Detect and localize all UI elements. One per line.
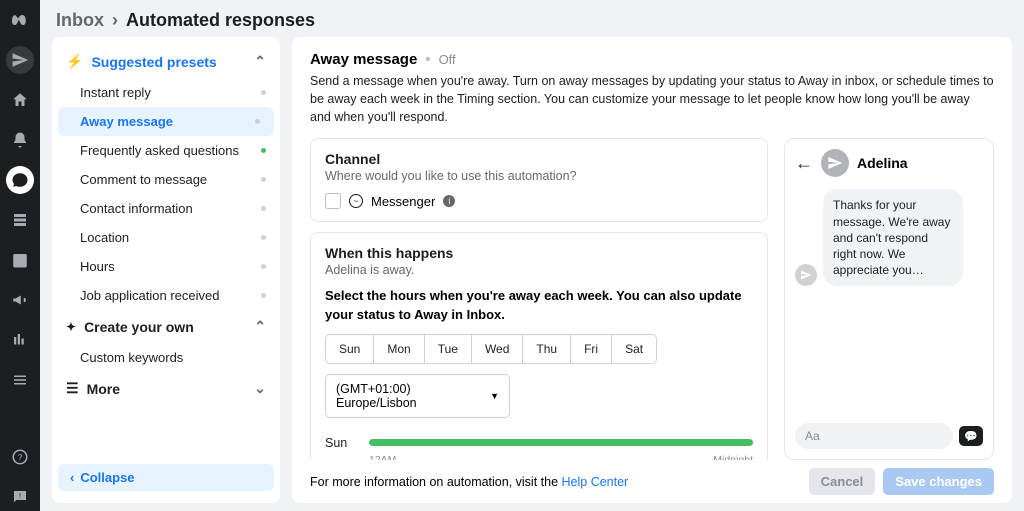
status-dot-active <box>261 148 266 153</box>
day-tue[interactable]: Tue <box>425 335 472 363</box>
svg-text:!: ! <box>19 491 21 500</box>
chevron-down-icon: ⌄ <box>254 380 266 397</box>
workspace: Away message • Off Send a message when y… <box>292 37 1012 503</box>
timezone-select[interactable]: (GMT+01:00) Europe/Lisbon ▼ <box>325 374 510 418</box>
channel-title: Channel <box>325 151 753 167</box>
posts-icon[interactable] <box>6 206 34 234</box>
create-your-own-header[interactable]: ✦ Create your own ⌃ <box>52 310 280 343</box>
timing-subtitle: Adelina is away. <box>325 263 753 277</box>
status-dot <box>261 235 266 240</box>
status-dot <box>255 119 260 124</box>
day-sat[interactable]: Sat <box>612 335 656 363</box>
message-preview: ← Adelina Thanks for your message. We're… <box>784 138 994 460</box>
sparkle-icon: ✦ <box>66 320 76 334</box>
channel-subtitle: Where would you like to use this automat… <box>325 169 753 183</box>
suggested-presets-header[interactable]: ⚡ Suggested presets ⌃ <box>52 45 280 78</box>
preview-name: Adelina <box>857 155 908 171</box>
home-icon[interactable] <box>6 86 34 114</box>
chevron-up-icon: ⌃ <box>254 53 266 70</box>
status-label: Off <box>439 52 456 67</box>
timing-instruction: Select the hours when you're away each w… <box>325 287 753 323</box>
chat-message: Thanks for your message. We're away and … <box>795 189 983 286</box>
messenger-icon: ~ <box>349 194 363 208</box>
presets-sidebar: ⚡ Suggested presets ⌃ Instant reply Away… <box>52 37 280 503</box>
breadcrumb-current: Automated responses <box>126 10 315 31</box>
message-bubble: Thanks for your message. We're away and … <box>823 189 963 286</box>
channel-option-messenger[interactable]: ~ Messenger i <box>325 193 753 209</box>
preset-location[interactable]: Location <box>52 223 280 252</box>
channel-card: Channel Where would you like to use this… <box>310 138 768 222</box>
lightning-icon: ⚡ <box>66 53 83 70</box>
footer-text: For more information on automation, visi… <box>310 475 628 489</box>
schedule-bar[interactable] <box>369 439 753 446</box>
meta-logo-icon[interactable] <box>6 6 34 34</box>
preset-instant-reply[interactable]: Instant reply <box>52 78 280 107</box>
avatar-small <box>795 264 817 286</box>
preview-input-row: Aa 💬 <box>795 423 983 449</box>
avatar <box>821 149 849 177</box>
send-icon[interactable] <box>6 46 34 74</box>
status-dot <box>261 90 266 95</box>
list-icon: ☰ <box>66 380 79 397</box>
preset-job-application[interactable]: Job application received <box>52 281 280 310</box>
preset-hours[interactable]: Hours <box>52 252 280 281</box>
chevron-left-icon: ‹ <box>70 470 74 485</box>
schedule-row-sun: Sun <box>325 436 753 450</box>
back-arrow-icon[interactable]: ← <box>795 153 813 174</box>
calendar-icon[interactable] <box>6 246 34 274</box>
preset-custom-keywords[interactable]: Custom keywords <box>52 343 280 372</box>
bell-icon[interactable] <box>6 126 34 154</box>
info-icon[interactable]: i <box>443 195 455 207</box>
breadcrumb: Inbox › Automated responses <box>40 0 1024 37</box>
page-description: Send a message when you're away. Turn on… <box>310 72 994 126</box>
help-icon[interactable]: ? <box>6 443 34 471</box>
schedule-chart: Sun 12AM Midnight Mon <box>325 436 753 460</box>
preset-faq[interactable]: Frequently asked questions <box>52 136 280 165</box>
chevron-right-icon: › <box>112 10 118 31</box>
save-button[interactable]: Save changes <box>883 468 994 495</box>
megaphone-icon[interactable] <box>6 286 34 314</box>
breadcrumb-parent[interactable]: Inbox <box>56 10 104 31</box>
feedback-icon[interactable]: ! <box>6 483 34 511</box>
preview-header: ← Adelina <box>795 149 983 177</box>
day-thu[interactable]: Thu <box>523 335 571 363</box>
config-column: Channel Where would you like to use this… <box>310 138 768 460</box>
cancel-button[interactable]: Cancel <box>809 468 876 495</box>
more-header[interactable]: ☰ More ⌄ <box>52 372 280 405</box>
status-dot <box>261 177 266 182</box>
preview-text-input[interactable]: Aa <box>795 423 953 449</box>
day-sun[interactable]: Sun <box>326 335 374 363</box>
day-selector: Sun Mon Tue Wed Thu Fri Sat <box>325 334 657 364</box>
main-area: Inbox › Automated responses ⚡ Suggested … <box>40 0 1024 511</box>
day-mon[interactable]: Mon <box>374 335 424 363</box>
inbox-icon[interactable] <box>6 166 34 194</box>
preset-comment-to-message[interactable]: Comment to message <box>52 165 280 194</box>
insights-icon[interactable] <box>6 326 34 354</box>
dot-separator: • <box>425 51 430 68</box>
collapse-button[interactable]: ‹ Collapse <box>58 464 274 491</box>
status-dot <box>261 206 266 211</box>
status-dot <box>261 264 266 269</box>
preset-away-message[interactable]: Away message <box>58 107 274 136</box>
status-dot <box>261 293 266 298</box>
menu-icon[interactable] <box>6 366 34 394</box>
chevron-down-icon: ▼ <box>490 391 499 401</box>
left-rail: ? ! <box>0 0 40 511</box>
timing-title: When this happens <box>325 245 753 261</box>
day-wed[interactable]: Wed <box>472 335 523 363</box>
chevron-up-icon: ⌃ <box>254 318 266 335</box>
checkbox[interactable] <box>325 193 341 209</box>
emoji-button[interactable]: 💬 <box>959 426 983 446</box>
page-title: Away message • Off <box>310 51 994 68</box>
help-center-link[interactable]: Help Center <box>562 475 629 489</box>
day-fri[interactable]: Fri <box>571 335 612 363</box>
timing-card: When this happens Adelina is away. Selec… <box>310 232 768 460</box>
preset-contact-info[interactable]: Contact information <box>52 194 280 223</box>
svg-text:?: ? <box>18 453 23 462</box>
footer: For more information on automation, visi… <box>310 460 994 495</box>
